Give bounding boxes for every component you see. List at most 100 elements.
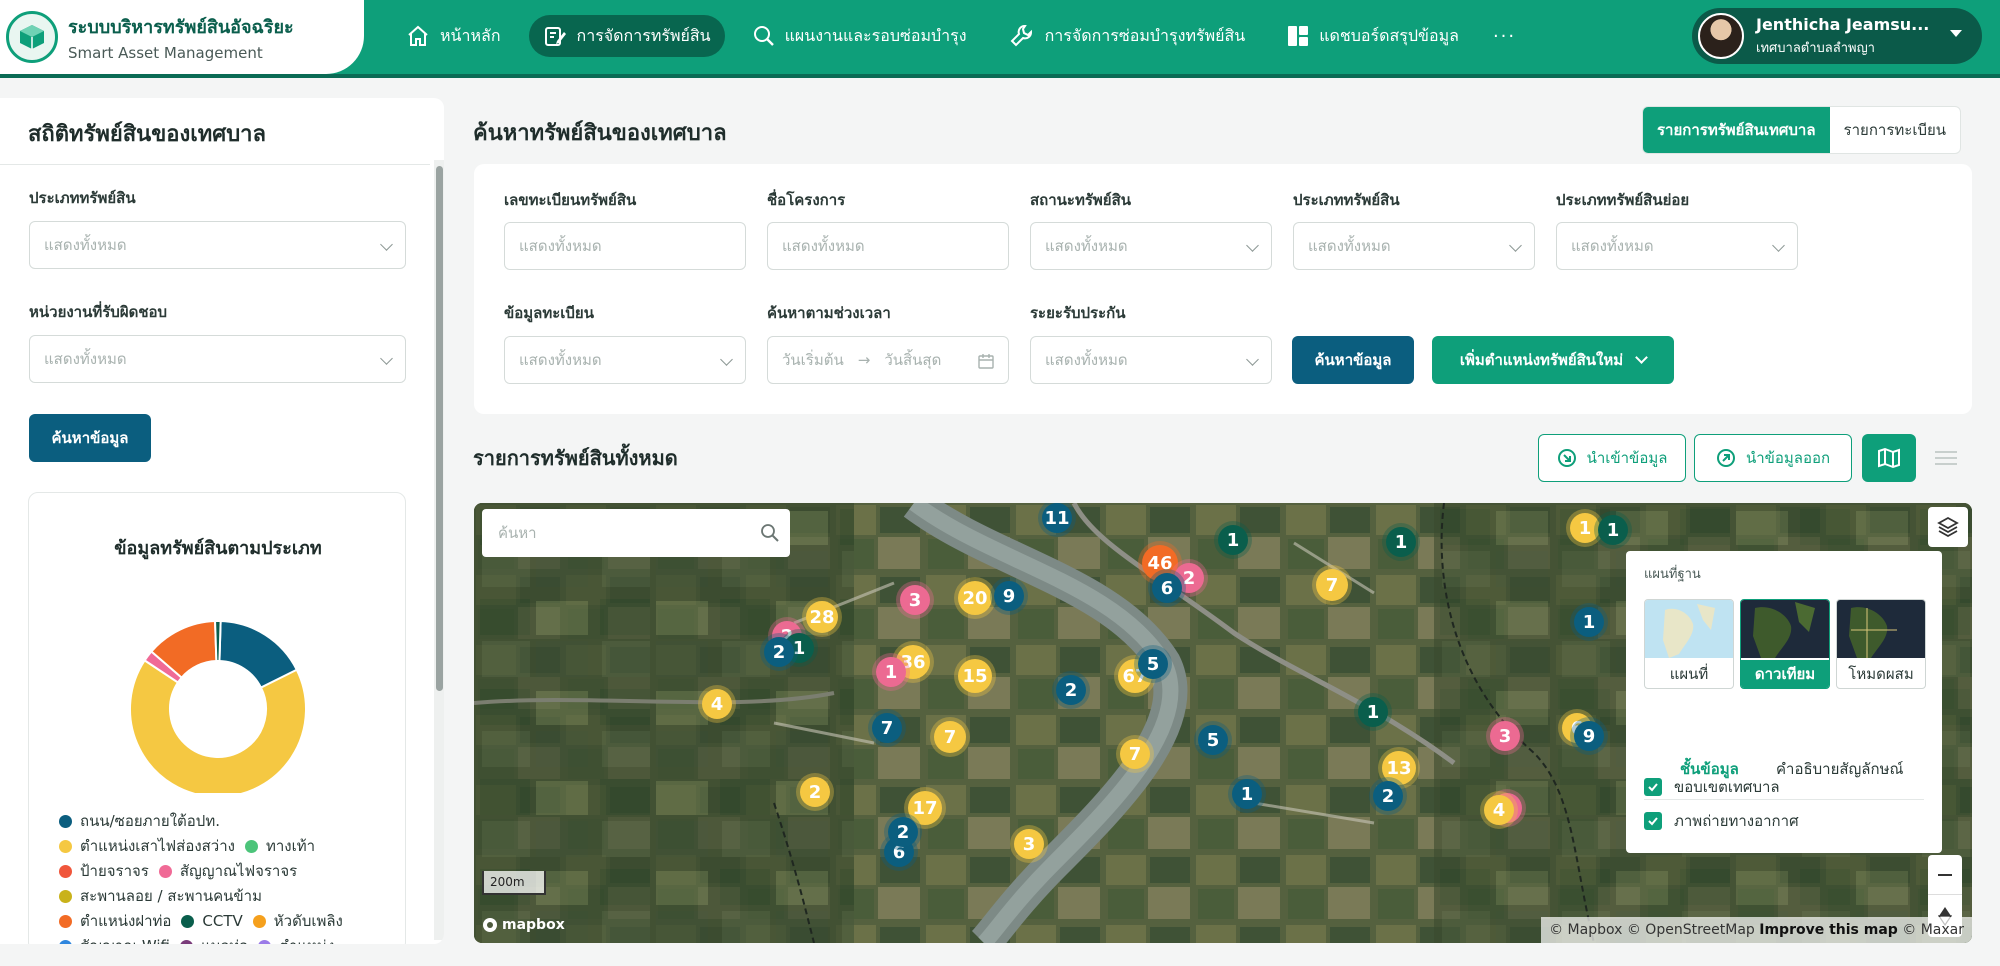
donut-slice[interactable] bbox=[214, 620, 222, 663]
app-subtitle: Smart Asset Management bbox=[68, 44, 263, 62]
checkbox-checked[interactable] bbox=[1644, 812, 1662, 830]
list-view-toggle[interactable] bbox=[1920, 434, 1972, 482]
map-cluster-marker[interactable]: 11 bbox=[1042, 503, 1072, 533]
layer-aerial-photo-label: ภาพถ่ายทางอากาศ bbox=[1674, 812, 1799, 830]
export-button-label: นำข้อมูลออก bbox=[1745, 449, 1831, 467]
edit-document-icon bbox=[544, 27, 566, 46]
map-cluster-marker[interactable]: 7 bbox=[1120, 739, 1150, 769]
nav-maintenance-plan[interactable]: แผนงานและรอบซ่อมบำรุง bbox=[739, 15, 981, 57]
chevron-down-icon bbox=[1246, 239, 1259, 252]
legend-item: หัวดับเพลิง bbox=[252, 909, 343, 934]
map-cluster-marker[interactable]: 2 bbox=[800, 777, 830, 807]
layer-panel-divider bbox=[1644, 799, 1924, 800]
subtype-select[interactable]: แสดงทั้งหมด bbox=[1556, 222, 1798, 270]
unit-select[interactable]: แสดงทั้งหมด bbox=[29, 335, 406, 383]
nav-asset-management[interactable]: การจัดการทรัพย์สิน bbox=[528, 15, 725, 57]
arrow-right-icon: → bbox=[857, 351, 871, 369]
sidebar-scrollbar-thumb[interactable] bbox=[436, 166, 443, 691]
end-date-placeholder[interactable]: วันสิ้นสุด bbox=[884, 348, 941, 372]
warranty-select[interactable]: แสดงทั้งหมด bbox=[1030, 336, 1272, 384]
map-cluster-marker[interactable]: 1 bbox=[1358, 697, 1388, 727]
type-select[interactable]: แสดงทั้งหมด bbox=[1293, 222, 1535, 270]
map-cluster-marker[interactable]: 2 bbox=[888, 817, 918, 847]
map-cluster-marker[interactable]: 1 bbox=[1570, 513, 1600, 543]
layer-aerial-photo[interactable]: ภาพถ่ายทางอากาศ bbox=[1644, 809, 1799, 833]
subtype-label: ประเภททรัพย์สินย่อย bbox=[1556, 191, 1690, 209]
asset-type-select[interactable]: แสดงทั้งหมด bbox=[29, 221, 406, 269]
import-button[interactable]: นำเข้าข้อมูล bbox=[1538, 434, 1686, 482]
map-icon bbox=[1878, 447, 1900, 469]
map-cluster-marker[interactable]: 6 bbox=[1152, 573, 1182, 603]
export-button[interactable]: นำข้อมูลออก bbox=[1694, 434, 1852, 482]
start-date-placeholder[interactable]: วันเริ่มต้น bbox=[782, 348, 844, 372]
tab-municipal-assets[interactable]: รายการทรัพย์สินเทศบาล bbox=[1643, 107, 1830, 153]
map-cluster-marker[interactable]: 2 bbox=[764, 637, 794, 667]
map-cluster-marker[interactable]: 7 bbox=[1316, 569, 1348, 601]
map-cluster-marker[interactable]: 1 bbox=[1574, 607, 1604, 637]
map-cluster-marker[interactable]: 3 bbox=[1490, 721, 1520, 751]
reg-info-select[interactable]: แสดงทั้งหมด bbox=[504, 336, 746, 384]
asset-map[interactable]: 1111114626320928212713611526754771693572… bbox=[474, 503, 1972, 943]
nav-maintenance-management[interactable]: การจัดการซ่อมบำรุงทรัพย์สิน bbox=[995, 15, 1260, 57]
map-cluster-marker[interactable]: 1 bbox=[876, 657, 906, 687]
map-cluster-marker[interactable]: 13 bbox=[1382, 751, 1416, 785]
map-cluster-marker[interactable]: 4 bbox=[702, 689, 732, 719]
legend-dot bbox=[179, 940, 193, 944]
sidebar-search-button[interactable]: ค้นหาข้อมูล bbox=[29, 414, 151, 462]
user-menu[interactable]: Jenthicha Jeamsu... เทศบาลตำบลลำพญา bbox=[1692, 8, 1982, 64]
map-attribution: © Mapbox © OpenStreetMap Improve this ma… bbox=[1541, 917, 1972, 943]
nav-more-button[interactable]: ··· bbox=[1493, 26, 1516, 47]
map-cluster-marker[interactable]: 9 bbox=[1574, 721, 1604, 751]
basemap-satellite-label: ดาวเทียม bbox=[1741, 660, 1829, 688]
add-asset-location-button[interactable]: เพิ่มตำแหน่งทรัพย์สินใหม่ bbox=[1432, 336, 1674, 384]
mapbox-logo-text: mapbox bbox=[502, 917, 565, 933]
filter-search-button[interactable]: ค้นหาข้อมูล bbox=[1292, 336, 1414, 384]
tab-legend[interactable]: คำอธิบายสัญลักษณ์ bbox=[1776, 757, 1903, 781]
map-cluster-marker[interactable]: 1 bbox=[1386, 527, 1416, 557]
map-cluster-marker[interactable]: 1 bbox=[1232, 779, 1262, 809]
basemap-hybrid-label: โหมดผสม bbox=[1848, 665, 1914, 683]
map-cluster-marker[interactable]: 1 bbox=[1598, 515, 1628, 545]
map-cluster-marker[interactable]: 9 bbox=[994, 581, 1024, 611]
map-cluster-marker[interactable]: 20 bbox=[958, 581, 992, 615]
map-cluster-marker[interactable]: 5 bbox=[1198, 725, 1228, 755]
date-range-picker[interactable]: วันเริ่มต้น → วันสิ้นสุด bbox=[767, 336, 1009, 384]
map-cluster-marker[interactable]: 28 bbox=[806, 601, 838, 633]
map-search-placeholder: ค้นหา bbox=[498, 524, 537, 542]
map-cluster-marker[interactable]: 4 bbox=[1484, 795, 1514, 825]
map-cluster-marker[interactable]: 5 bbox=[1138, 649, 1168, 679]
map-cluster-marker[interactable]: 2 bbox=[1373, 781, 1403, 811]
map-view-toggle[interactable] bbox=[1862, 434, 1916, 482]
mapbox-logo[interactable]: mapbox bbox=[482, 917, 565, 933]
map-cluster-marker[interactable]: 7 bbox=[872, 713, 902, 743]
zoom-out-button[interactable] bbox=[1928, 855, 1962, 895]
chevron-down-icon bbox=[380, 352, 393, 365]
layer-municipal-boundary[interactable]: ขอบเขตเทศบาล bbox=[1644, 775, 1780, 799]
status-select[interactable]: แสดงทั้งหมด bbox=[1030, 222, 1272, 270]
map-cluster-marker[interactable]: 17 bbox=[908, 791, 942, 825]
legend-label: ตำแหน่งเสาไฟส่องสว่าง bbox=[80, 837, 235, 855]
status-select-value: แสดงทั้งหมด bbox=[1045, 237, 1128, 255]
map-cluster-marker[interactable]: 7 bbox=[934, 721, 966, 753]
improve-map-link[interactable]: Improve this map bbox=[1759, 922, 1898, 938]
map-cluster-marker[interactable]: 1 bbox=[1218, 525, 1248, 555]
attribution-maxar[interactable]: © Maxar bbox=[1902, 922, 1964, 938]
checkbox-checked[interactable] bbox=[1644, 778, 1662, 796]
project-input[interactable]: แสดงทั้งหมด bbox=[767, 222, 1009, 270]
app-logo-area[interactable]: ระบบบริหารทรัพย์สินอัจฉริยะ Smart Asset … bbox=[0, 0, 364, 74]
map-cluster-marker[interactable]: 3 bbox=[1014, 829, 1044, 859]
basemap-option-satellite[interactable]: ดาวเทียม bbox=[1740, 599, 1830, 689]
map-search-input[interactable]: ค้นหา bbox=[482, 509, 790, 557]
attribution-sources[interactable]: © Mapbox © OpenStreetMap bbox=[1549, 922, 1755, 938]
nav-dashboard[interactable]: แดชบอร์ดสรุปข้อมูล bbox=[1273, 15, 1473, 57]
tab-registry[interactable]: รายการทะเบียน bbox=[1830, 107, 1960, 153]
map-cluster-marker[interactable]: 3 bbox=[900, 585, 930, 615]
map-cluster-marker[interactable]: 15 bbox=[958, 659, 992, 693]
nav-home[interactable]: หน้าหลัก bbox=[392, 15, 515, 57]
basemap-option-map[interactable]: แผนที่ bbox=[1644, 599, 1734, 689]
donut-slice[interactable] bbox=[129, 658, 307, 793]
layers-toggle-button[interactable] bbox=[1928, 507, 1968, 547]
reg-no-input[interactable]: แสดงทั้งหมด bbox=[504, 222, 746, 270]
map-cluster-marker[interactable]: 2 bbox=[1056, 675, 1086, 705]
basemap-option-hybrid[interactable]: โหมดผสม bbox=[1836, 599, 1926, 689]
